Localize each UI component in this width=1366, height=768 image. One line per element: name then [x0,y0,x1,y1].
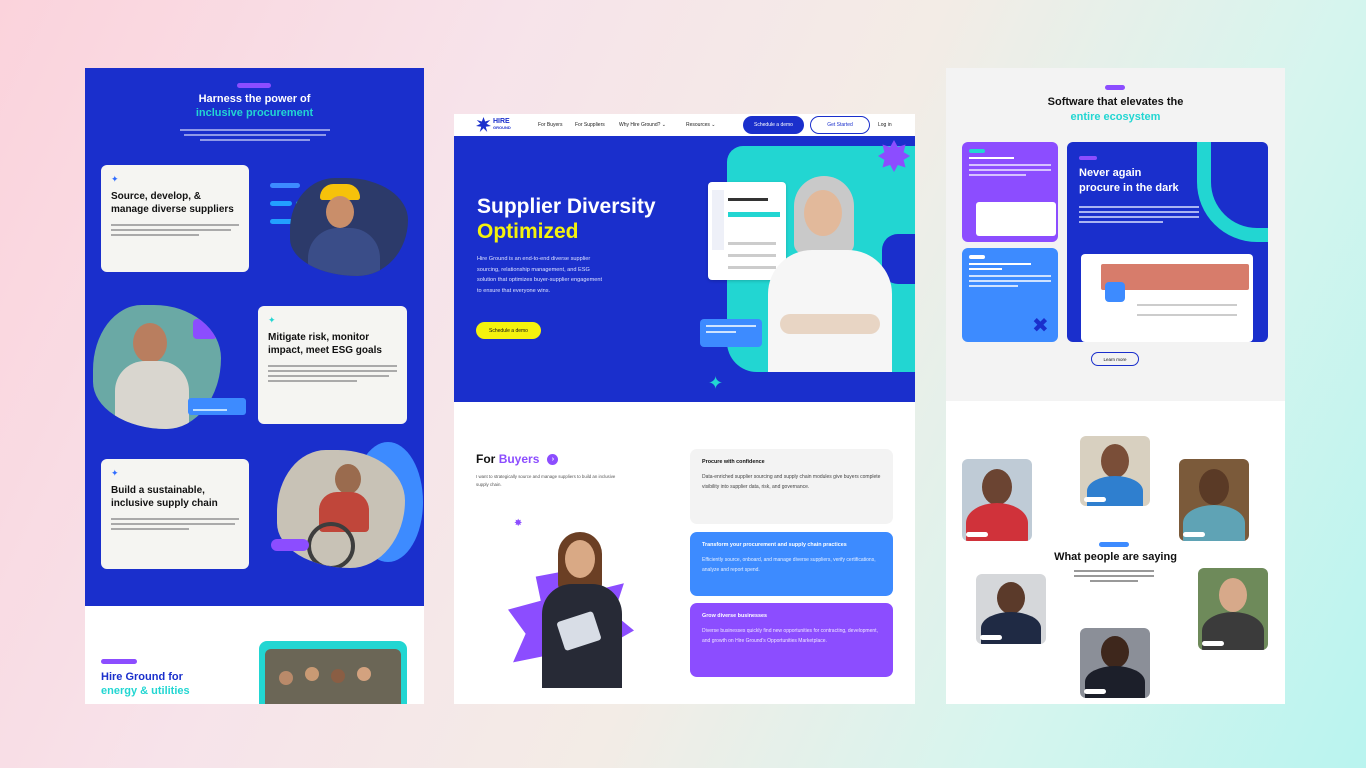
hero-photo-woman [766,172,894,372]
card-grow: Grow diverse businesses Diverse business… [690,603,893,677]
hero-schedule-demo-button[interactable]: Schedule a demo [476,322,541,339]
nav-why-hire-ground[interactable]: Why Hire Ground? ⌄ [619,122,666,128]
testimonials-subtext [1074,570,1154,582]
hero-title-line-1: Supplier Diversity [477,195,656,218]
testimonial-photo [1179,459,1249,541]
for-buyers-prefix: For [476,452,496,466]
chat-bubble [271,539,309,551]
feature-card-sustainable: ✦ Build a sustainable, inclusive supply … [101,459,249,569]
blue-star-icon: ✖ [1032,315,1049,337]
ecosystem-heading: Software that elevates the entire ecosys… [946,95,1285,125]
progress-widget [188,398,246,415]
testimonials-badge [1099,542,1129,547]
logo-burst-icon [476,117,491,132]
hero-title: Supplier Diversity Optimized [477,194,656,244]
chevron-down-icon: ⌄ [661,122,666,128]
card-title: Build a sustainable, inclusive supply ch… [111,485,218,509]
learn-more-button[interactable]: Learn more [1091,352,1139,366]
ecosystem-page: Software that elevates the entire ecosys… [946,68,1285,704]
feature-card-risk: ✦ Mitigate risk, monitor impact, meet ES… [258,306,407,424]
login-link[interactable]: Log in [878,122,892,128]
dark-card-heading-line-1: Never again [1079,167,1142,179]
hero-description: Hire Ground is an end-to-end diverse sup… [477,256,602,294]
industry-badge [101,659,137,664]
nav-resources[interactable]: Resources ⌄ [686,122,716,128]
homepage: HIRE GROUND For Buyers For Suppliers Why… [454,114,915,704]
sparkle-icon: ✦ [111,174,119,184]
testimonial-photo [1198,568,1268,650]
card-grow-title: Grow diverse businesses [702,613,768,619]
dark-card-heading-line-2: procure in the dark [1079,182,1179,194]
card-procure: Procure with confidence Data-enriched su… [690,449,893,524]
nav-for-buyers[interactable]: For Buyers [538,122,562,128]
card-transform: Transform your procurement and supply ch… [690,532,893,596]
logo-line-2: GROUND [493,124,511,130]
card-procure-body: Data-enriched supplier sourcing and supp… [702,474,881,490]
nav-for-suppliers[interactable]: For Suppliers [575,122,605,128]
teal-star-icon: ✦ [708,373,724,393]
section-intro [180,127,330,144]
top-navigation: HIRE GROUND For Buyers For Suppliers Why… [454,114,915,136]
industry-heading: Hire Ground for energy & utilities [101,670,190,698]
logo[interactable]: HIRE GROUND [476,117,511,132]
heading-line-2: inclusive procurement [195,107,314,119]
card-configuration [962,142,1058,242]
card-grow-body: Diverse businesses quickly find new oppo… [702,628,878,644]
card-dark: Never again procure in the dark [1067,142,1268,342]
logo-line-1: HIRE [493,117,510,125]
card-transform-body: Efficiently source, onboard, and manage … [702,557,876,573]
industry-section: Hire Ground for energy & utilities [85,606,424,704]
ecosystem-heading-line-1: Software that elevates the [1047,96,1184,108]
sparkle-icon: ✦ [111,468,119,478]
heading-line-1: Harness the power of [198,93,311,105]
ecosystem-heading-line-2: entire ecosystem [1070,111,1161,123]
dark-card-heading: Never again procure in the dark [1079,166,1179,196]
card-procure-title: Procure with confidence [702,459,765,465]
section-heading: Harness the power of inclusive procureme… [85,92,424,120]
for-buyers-highlight: Buyers [498,452,540,466]
ecosystem-section: Software that elevates the entire ecosys… [946,68,1285,401]
hero-title-line-2: Optimized [477,220,579,243]
for-buyers-heading: For Buyers › [476,452,559,466]
testimonial-photo [1080,628,1150,698]
supplier-profile-mockup [1081,254,1253,342]
testimonials-heading: What people are saying [1054,551,1177,563]
section-badge [237,83,271,88]
arrow-right-icon[interactable]: › [547,453,559,465]
card-transform-title: Transform your procurement and supply ch… [702,542,847,548]
card-title: Source, develop, & manage diverse suppli… [111,191,234,215]
testimonial-photo [976,574,1046,644]
chevron-down-icon: ⌄ [711,122,716,128]
purple-burst-icon [878,140,910,172]
teal-ribbon [1197,142,1268,242]
for-buyers-subtitle: I want to strategically source and manag… [476,474,616,487]
sparkle-icon: ✦ [268,315,276,325]
notification-bubble [700,319,762,347]
schedule-demo-button[interactable]: Schedule a demo [743,116,804,134]
testimonial-photo [962,459,1032,541]
photo-worker-hardhat [290,178,408,276]
card-connect: ✖ [962,248,1058,342]
nav-resources-label: Resources [686,122,710,128]
photo-woman-tablet [538,532,628,688]
hero-section: ✦ Supplier Diversity Optimized Hire Grou… [454,136,915,402]
energy-utilities-page: Harness the power of inclusive procureme… [85,68,424,704]
feature-card-source: ✦ Source, develop, & manage diverse supp… [101,165,249,272]
nav-why-label: Why Hire Ground? [619,122,661,128]
industry-heading-line-1: Hire Ground for [101,671,183,683]
industry-heading-line-2: energy & utilities [101,685,190,697]
purple-dot-icon: ✸ [514,518,523,529]
testimonial-photo [1080,436,1150,506]
section-badge [1105,85,1125,90]
get-started-button[interactable]: Get Started [810,116,870,134]
photo-team [259,641,407,704]
card-title: Mitigate risk, monitor impact, meet ESG … [268,332,382,356]
